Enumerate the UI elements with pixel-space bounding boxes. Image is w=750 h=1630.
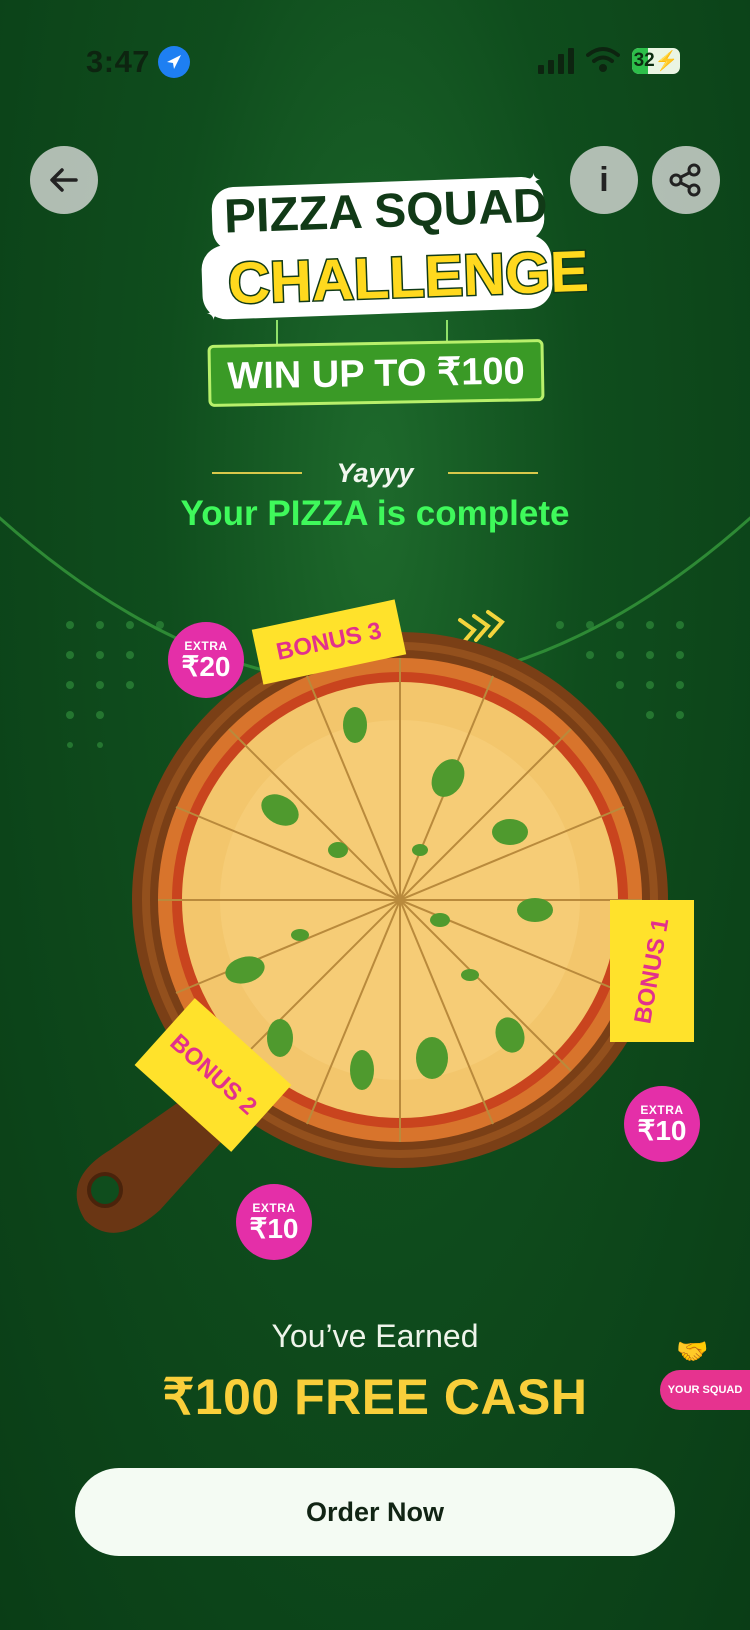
- status-bar: 3:47 32 ⚡: [0, 0, 750, 110]
- logo-title-line1: PIZZA SQUAD: [223, 179, 549, 244]
- challenge-logo: PIZZA SQUAD CHALLENGE WIN UP TO ₹100: [150, 176, 600, 410]
- bonus-2-extra-badge: EXTRA ₹10: [236, 1184, 312, 1260]
- win-banner-text: WIN UP TO ₹100: [227, 349, 526, 398]
- squad-hands-icon: 🤝: [676, 1336, 709, 1366]
- wifi-icon: [586, 47, 620, 72]
- order-now-button[interactable]: Order Now: [75, 1468, 675, 1556]
- share-button[interactable]: [652, 146, 720, 214]
- battery-level: 32: [633, 50, 655, 71]
- info-icon: i: [599, 160, 609, 199]
- share-icon: [669, 163, 701, 197]
- earned-amount: ₹100 FREE CASH: [162, 1369, 588, 1425]
- pizza-illustration: BONUS 3 EXTRA ₹20 BONUS 1 EXTRA ₹10 BONU…: [0, 520, 750, 1280]
- your-squad-tab[interactable]: YOUR SQUAD: [660, 1370, 750, 1410]
- status-time: 3:47: [86, 44, 151, 79]
- back-button[interactable]: [30, 146, 98, 214]
- signal-icon: [538, 48, 574, 74]
- bonus-3-extra-badge: EXTRA ₹20: [168, 622, 244, 698]
- bonus-1-extra-badge: EXTRA ₹10: [624, 1086, 700, 1162]
- battery-indicator: 32 ⚡: [632, 48, 680, 74]
- earned-label: You’ve Earned: [271, 1318, 479, 1354]
- bonus-3-label: BONUS 3: [273, 617, 384, 666]
- location-icon: [158, 46, 190, 78]
- your-squad-label: YOUR SQUAD: [667, 1384, 743, 1396]
- win-banner: WIN UP TO ₹100: [207, 339, 545, 407]
- sparkle-icon: ✦: [526, 170, 542, 190]
- yay-text: Yayyy: [336, 458, 414, 488]
- chevron-arrows-icon: [458, 610, 505, 646]
- logo-title-line2: CHALLENGE: [225, 237, 591, 318]
- arrow-left-icon: [50, 168, 78, 192]
- sparkle-icon: ✦: [206, 304, 222, 324]
- bonus-1-label: BONUS 1: [628, 916, 675, 1026]
- bonus-flag-1: BONUS 1: [610, 900, 694, 1042]
- pizza-squad-screen: 3:47 32 ⚡ i PIZZA SQUAD CHALLENGE WIN UP…: [0, 0, 750, 1630]
